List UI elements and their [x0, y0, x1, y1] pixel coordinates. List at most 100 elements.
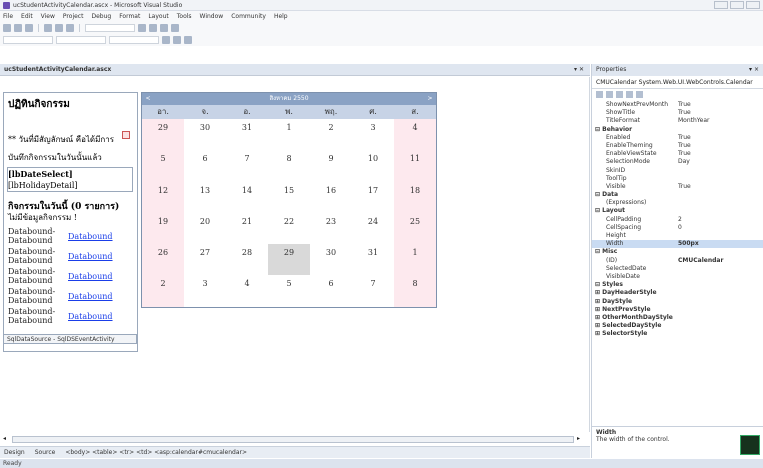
property-value[interactable] — [678, 175, 763, 183]
property-row[interactable]: Height — [592, 232, 763, 240]
property-row[interactable]: SelectedDate — [592, 265, 763, 273]
menu-item-help[interactable]: Help — [274, 13, 288, 20]
calendar-day[interactable]: 25 — [394, 212, 436, 245]
menu-item-debug[interactable]: Debug — [91, 13, 111, 20]
calendar-day[interactable]: 21 — [226, 213, 268, 244]
calendar-day[interactable]: 30 — [310, 244, 352, 275]
property-value[interactable] — [678, 191, 763, 199]
bold-icon[interactable] — [162, 36, 170, 44]
property-row[interactable]: ⊟ Styles — [592, 281, 763, 289]
find-icon[interactable] — [138, 24, 146, 32]
property-row[interactable]: CellPadding 2 — [592, 216, 763, 224]
property-row[interactable]: ⊞ DayStyle — [592, 298, 763, 306]
property-row[interactable]: Visible True — [592, 183, 763, 191]
calendar-day[interactable]: 19 — [142, 212, 184, 245]
horizontal-scrollbar[interactable] — [12, 436, 574, 443]
property-row[interactable]: EnableTheming True — [592, 142, 763, 150]
property-value[interactable] — [678, 273, 763, 281]
menu-item-view[interactable]: View — [41, 13, 55, 20]
menu-item-file[interactable]: File — [3, 13, 13, 20]
property-value[interactable] — [678, 248, 763, 256]
property-row[interactable]: Width 500px — [592, 240, 763, 249]
property-value[interactable] — [678, 207, 763, 215]
calendar-day[interactable]: 3 — [352, 119, 394, 150]
property-row[interactable]: ⊟ Layout — [592, 207, 763, 215]
calendar-day[interactable]: 11 — [394, 150, 436, 182]
next-month-button[interactable]: > — [424, 93, 436, 105]
calendar-day[interactable]: 5 — [142, 150, 184, 182]
menu-item-community[interactable]: Community — [231, 13, 266, 20]
alphabetical-icon[interactable] — [606, 91, 613, 98]
maximize-button[interactable] — [730, 1, 744, 9]
property-row[interactable]: ⊞ SelectedDayStyle — [592, 322, 763, 330]
calendar-day[interactable]: 3 — [184, 275, 226, 306]
block-format-dropdown[interactable] — [3, 36, 53, 44]
property-value[interactable] — [678, 330, 763, 338]
property-row[interactable]: ShowTitle True — [592, 109, 763, 117]
calendar-day[interactable]: 17 — [352, 182, 394, 213]
property-value[interactable]: True — [678, 109, 763, 117]
property-row[interactable]: ⊞ DayHeaderStyle — [592, 289, 763, 297]
property-pages-icon[interactable] — [636, 91, 643, 98]
calendar-day[interactable]: 10 — [352, 150, 394, 181]
property-value[interactable] — [678, 314, 763, 322]
menu-item-tools[interactable]: Tools — [177, 13, 192, 20]
property-value[interactable] — [678, 126, 763, 134]
menu-item-edit[interactable]: Edit — [21, 13, 33, 20]
property-row[interactable]: ⊞ SelectorStyle — [592, 330, 763, 338]
calendar-day[interactable]: 15 — [268, 182, 310, 213]
document-tab-controls[interactable]: ▾ ✕ — [574, 66, 584, 73]
tag-breadcrumb[interactable]: <body> <table> <tr> <td> <asp:calendar#c… — [65, 449, 247, 456]
calendar-day[interactable]: 2 — [310, 119, 352, 150]
solution-config-dropdown[interactable] — [85, 24, 135, 32]
calendar-day[interactable]: 24 — [352, 213, 394, 244]
property-row[interactable]: (Expressions) — [592, 199, 763, 207]
source-tab[interactable]: Source — [35, 449, 56, 456]
property-value[interactable] — [678, 306, 763, 314]
databound-link[interactable]: Databound — [68, 232, 113, 241]
calendar-day[interactable]: 27 — [184, 244, 226, 275]
property-value[interactable] — [678, 281, 763, 289]
calendar-day[interactable]: 31 — [352, 244, 394, 275]
menu-item-window[interactable]: Window — [200, 13, 224, 20]
cmu-calendar[interactable]: สิงหาคม 2550 < > อา. จ. อ. พ. พฤ. ศ. ส. … — [141, 92, 437, 308]
property-row[interactable]: ⊟ Behavior — [592, 126, 763, 134]
property-row[interactable]: ⊟ Data — [592, 191, 763, 199]
minimize-button[interactable] — [714, 1, 728, 9]
property-value[interactable]: True — [678, 134, 763, 142]
calendar-day[interactable]: 29 — [142, 119, 184, 151]
property-value[interactable]: MonthYear — [678, 117, 763, 125]
calendar-day[interactable]: 18 — [394, 181, 436, 213]
property-row[interactable]: ⊞ NextPrevStyle — [592, 306, 763, 314]
menu-item-layout[interactable]: Layout — [148, 13, 168, 20]
copy-icon[interactable] — [55, 24, 63, 32]
calendar-day[interactable]: 4 — [394, 119, 436, 151]
calendar-day[interactable]: 6 — [184, 150, 226, 181]
databound-link[interactable]: Databound — [68, 272, 113, 281]
calendar-day[interactable]: 14 — [226, 182, 268, 213]
scroll-right-arrow-icon[interactable]: ▸ — [577, 435, 580, 442]
property-row[interactable]: Enabled True — [592, 134, 763, 142]
property-value[interactable] — [678, 199, 763, 207]
solution-explorer-icon[interactable] — [149, 24, 157, 32]
databound-link[interactable]: Databound — [68, 312, 113, 321]
calendar-day[interactable]: 13 — [184, 182, 226, 213]
calendar-day[interactable]: 23 — [310, 213, 352, 244]
property-value[interactable]: True — [678, 142, 763, 150]
calendar-day[interactable]: 22 — [268, 213, 310, 244]
calendar-day[interactable]: 2 — [142, 275, 184, 307]
events-icon[interactable] — [626, 91, 633, 98]
menu-item-project[interactable]: Project — [63, 13, 84, 20]
properties-icon[interactable] — [160, 24, 168, 32]
calendar-day[interactable]: 30 — [184, 119, 226, 150]
property-row[interactable]: EnableViewState True — [592, 150, 763, 158]
scroll-left-arrow-icon[interactable]: ◂ — [3, 435, 6, 442]
toolbox-icon[interactable] — [171, 24, 179, 32]
underline-icon[interactable] — [184, 36, 192, 44]
cut-icon[interactable] — [44, 24, 52, 32]
property-row[interactable]: TitleFormat MonthYear — [592, 117, 763, 125]
new-project-icon[interactable] — [3, 24, 11, 32]
property-value[interactable] — [678, 265, 763, 273]
property-value[interactable]: True — [678, 101, 763, 109]
property-row[interactable]: ⊞ OtherMonthDayStyle — [592, 314, 763, 322]
